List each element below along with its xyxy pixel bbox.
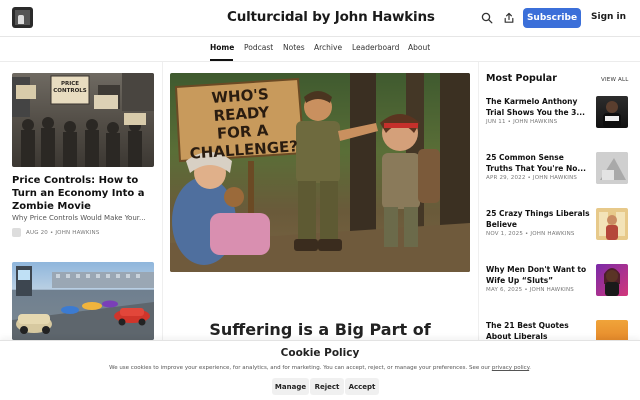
main-nav: Home Podcast Notes Archive Leaderboard A…: [0, 37, 640, 61]
popular-item-meta: MAY 6, 2025 • JOHN HAWKINS: [486, 287, 574, 293]
nav-archive[interactable]: Archive: [314, 43, 342, 52]
feature-image[interactable]: WHO'S READY FOR A CHALLENGE?: [170, 73, 470, 272]
most-popular-heading: Most Popular: [486, 73, 557, 84]
column-separator-right: [478, 62, 479, 342]
sign-in-button[interactable]: Sign in: [591, 12, 626, 22]
cookie-title: Cookie Policy: [280, 347, 360, 359]
popular-item-title: The 21 Best Quotes About Liberals: [486, 321, 569, 341]
popular-item-thumbnail: [596, 152, 628, 184]
search-icon[interactable]: [479, 10, 495, 26]
publication-logo[interactable]: [12, 7, 33, 28]
cookie-accept-button[interactable]: Accept: [345, 378, 379, 395]
popular-item-title: 25 Common Sense Truths That You're No...: [486, 153, 586, 173]
post-image-race[interactable]: [12, 262, 154, 340]
subscribe-button[interactable]: Subscribe: [523, 8, 581, 28]
popular-item[interactable]: The Karmelo Anthony Trial Shows You the …: [486, 96, 628, 146]
feature-post-title[interactable]: Suffering is a Big Part of: [170, 320, 470, 339]
popular-item[interactable]: 25 Common Sense Truths That You're No...…: [486, 152, 628, 202]
privacy-policy-link[interactable]: privacy policy: [492, 365, 529, 371]
cookie-text: We use cookies to improve your experienc…: [109, 365, 531, 371]
popular-item-meta: APR 29, 2022 • JOHN HAWKINS: [486, 175, 578, 181]
popular-item-thumbnail: [596, 96, 628, 128]
popular-item-thumbnail: [596, 208, 628, 240]
nav-notes[interactable]: Notes: [283, 43, 305, 52]
column-separator-left: [162, 62, 163, 342]
post-subtitle: Why Price Controls Would Make Your...: [12, 214, 146, 222]
popular-item-title: 25 Crazy Things Liberals Believe: [486, 209, 590, 229]
page: Culturcidal by John Hawkins Subscribe Si…: [0, 0, 640, 400]
popular-item-title: The Karmelo Anthony Trial Shows You the …: [486, 97, 585, 117]
post-title[interactable]: Price Controls: How to Turn an Economy I…: [12, 174, 144, 213]
cookie-reject-button[interactable]: Reject: [310, 378, 344, 395]
popular-item-thumbnail: [596, 264, 628, 296]
nav-divider: [0, 61, 640, 62]
popular-item-meta: JUN 11 • JOHN HAWKINS: [486, 119, 558, 125]
author-avatar[interactable]: [12, 228, 21, 237]
site-header: Culturcidal by John Hawkins Subscribe Si…: [0, 0, 640, 36]
view-all-link[interactable]: VIEW ALL: [601, 77, 629, 83]
nav-podcast[interactable]: Podcast: [244, 43, 273, 52]
publication-title[interactable]: Culturcidal by John Hawkins: [227, 9, 435, 25]
popular-item-meta: NOV 1, 2025 • JOHN HAWKINS: [486, 231, 575, 237]
popular-item[interactable]: Why Men Don't Want to Wife Up “Sluts” MA…: [486, 264, 628, 314]
post-image-price-controls[interactable]: PRICE CONTROLS: [12, 73, 154, 167]
share-icon[interactable]: [501, 10, 517, 26]
post-image-text: PRICE CONTROLS: [53, 81, 87, 94]
nav-leaderboard[interactable]: Leaderboard: [352, 43, 399, 52]
feature-image-sign-text: WHO'S READY FOR A CHALLENGE?: [189, 85, 299, 163]
popular-item-title: Why Men Don't Want to Wife Up “Sluts”: [486, 265, 587, 285]
cookie-manage-button[interactable]: Manage: [272, 378, 309, 395]
nav-home[interactable]: Home: [210, 43, 234, 52]
nav-about[interactable]: About: [408, 43, 430, 52]
cookie-banner: Cookie Policy We use cookies to improve …: [0, 340, 640, 400]
popular-item[interactable]: 25 Crazy Things Liberals Believe NOV 1, …: [486, 208, 628, 258]
post-meta: AUG 20 • JOHN HAWKINS: [26, 230, 100, 236]
